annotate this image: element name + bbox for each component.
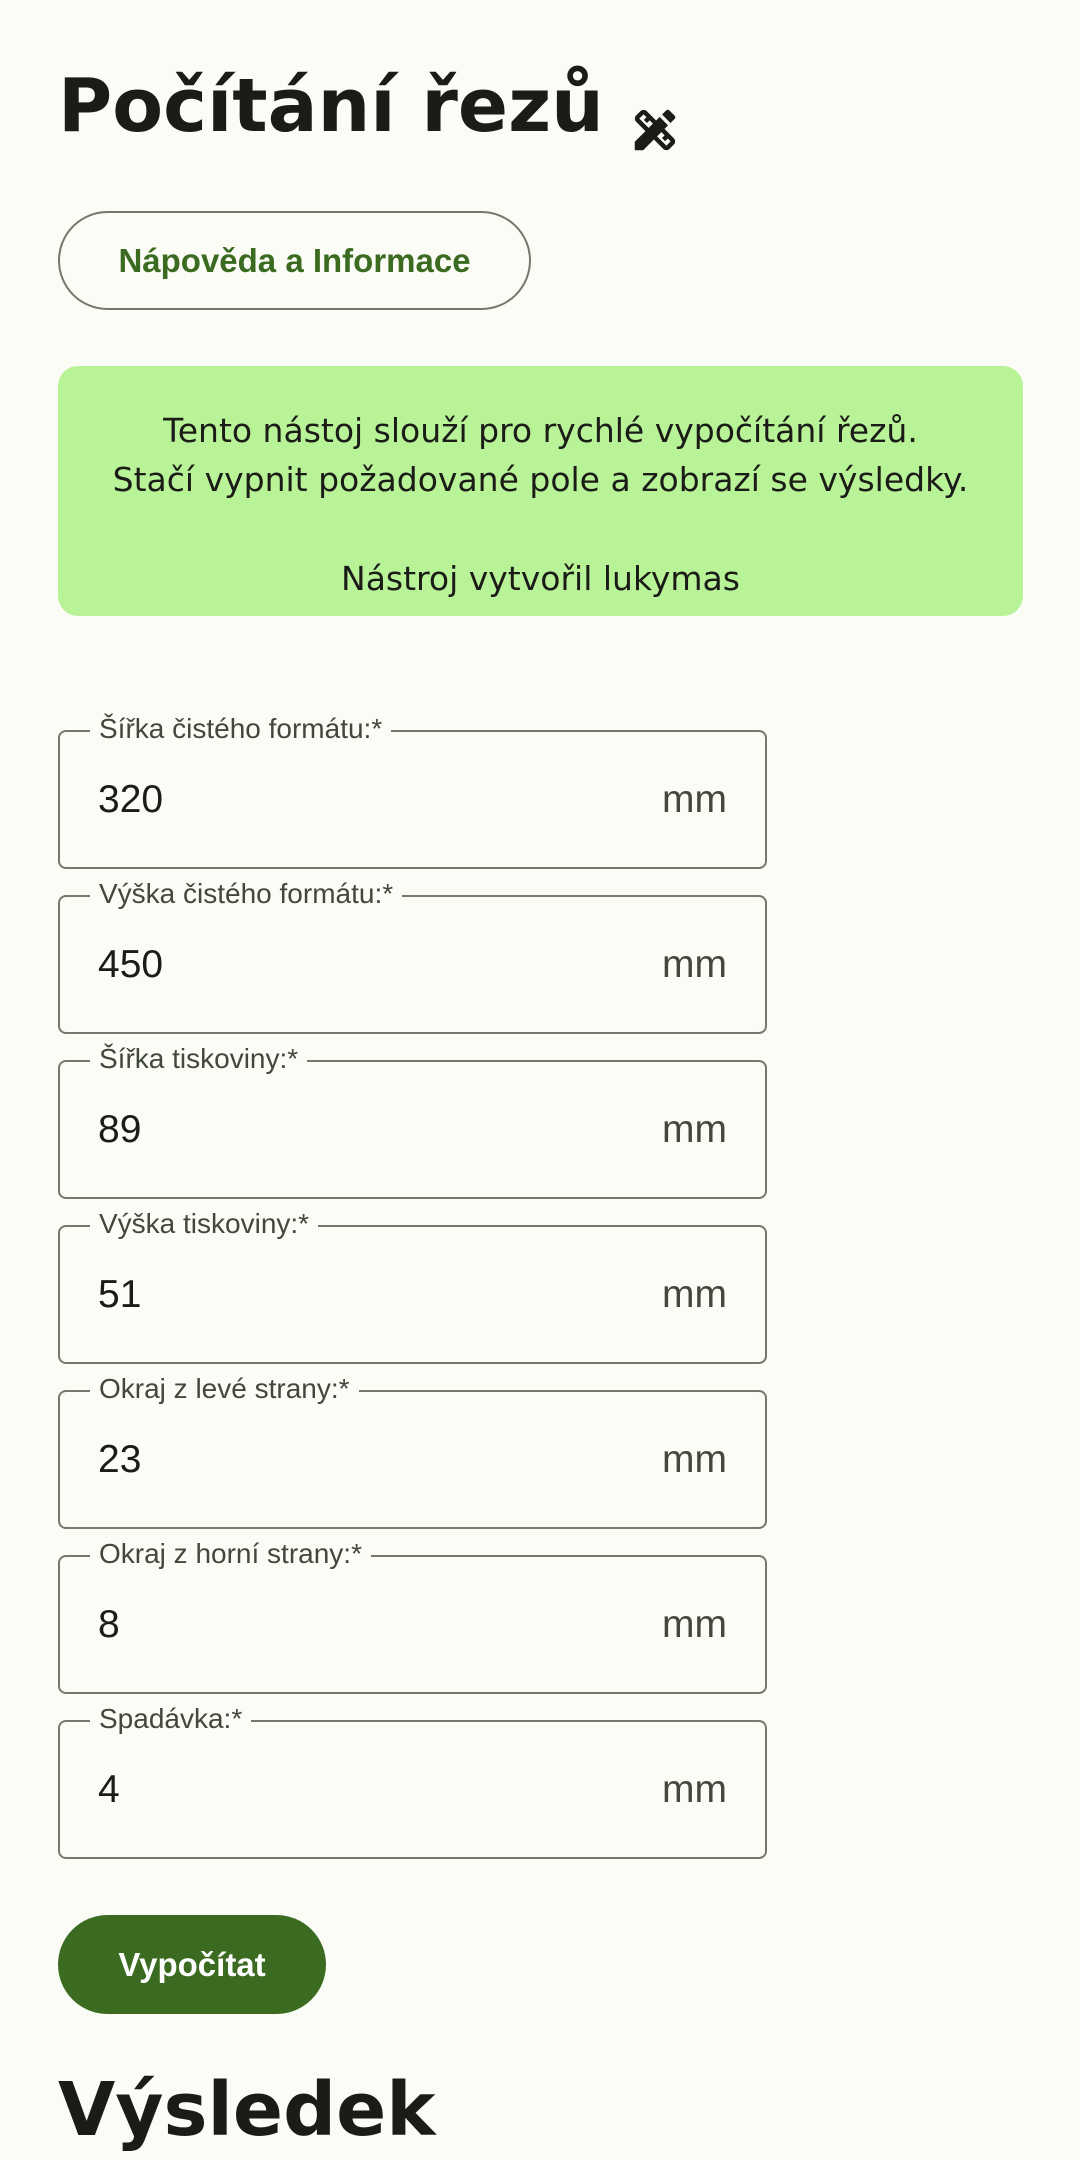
field-unit: mm xyxy=(662,1603,727,1646)
info-card-spacer xyxy=(58,504,1023,554)
print-width-field[interactable]: Šířka tiskoviny:* mm xyxy=(58,1040,767,1199)
print-height-input[interactable] xyxy=(98,1227,618,1362)
page-title-text: Počítání řezů xyxy=(58,63,604,149)
field-unit: mm xyxy=(662,943,727,986)
info-card-author: Nástroj vytvořil lukymas xyxy=(341,559,740,598)
field-unit: mm xyxy=(662,1438,727,1481)
clean-format-width-field[interactable]: Šířka čistého formátu:* mm xyxy=(58,710,767,869)
top-margin-input[interactable] xyxy=(98,1557,618,1692)
clean-format-height-field[interactable]: Výška čistého formátu:* mm xyxy=(58,875,767,1034)
left-margin-input[interactable] xyxy=(98,1392,618,1527)
info-card: Tento nástoj slouží pro rychlé vypočítán… xyxy=(58,366,1023,616)
calculate-button[interactable]: Vypočítat xyxy=(58,1915,326,2014)
page-title: Počítání řezů xyxy=(58,56,682,156)
design-services-icon xyxy=(628,82,682,151)
results-heading: Výsledek xyxy=(58,2067,436,2153)
bleed-field[interactable]: Spadávka:* mm xyxy=(58,1700,767,1859)
clean-format-height-input[interactable] xyxy=(98,897,618,1032)
bleed-input[interactable] xyxy=(98,1722,618,1857)
help-info-button[interactable]: Nápověda a Informace xyxy=(58,211,531,310)
info-card-line: Stačí vypnit požadované pole a zobrazí s… xyxy=(112,460,969,499)
info-card-line: Tento nástoj slouží pro rychlé vypočítán… xyxy=(163,411,918,450)
field-unit: mm xyxy=(662,778,727,821)
clean-format-width-input[interactable] xyxy=(98,732,618,867)
left-margin-field[interactable]: Okraj z levé strany:* mm xyxy=(58,1370,767,1529)
print-height-field[interactable]: Výška tiskoviny:* mm xyxy=(58,1205,767,1364)
print-width-input[interactable] xyxy=(98,1062,618,1197)
field-unit: mm xyxy=(662,1108,727,1151)
top-margin-field[interactable]: Okraj z horní strany:* mm xyxy=(58,1535,767,1694)
field-unit: mm xyxy=(662,1273,727,1316)
field-unit: mm xyxy=(662,1768,727,1811)
